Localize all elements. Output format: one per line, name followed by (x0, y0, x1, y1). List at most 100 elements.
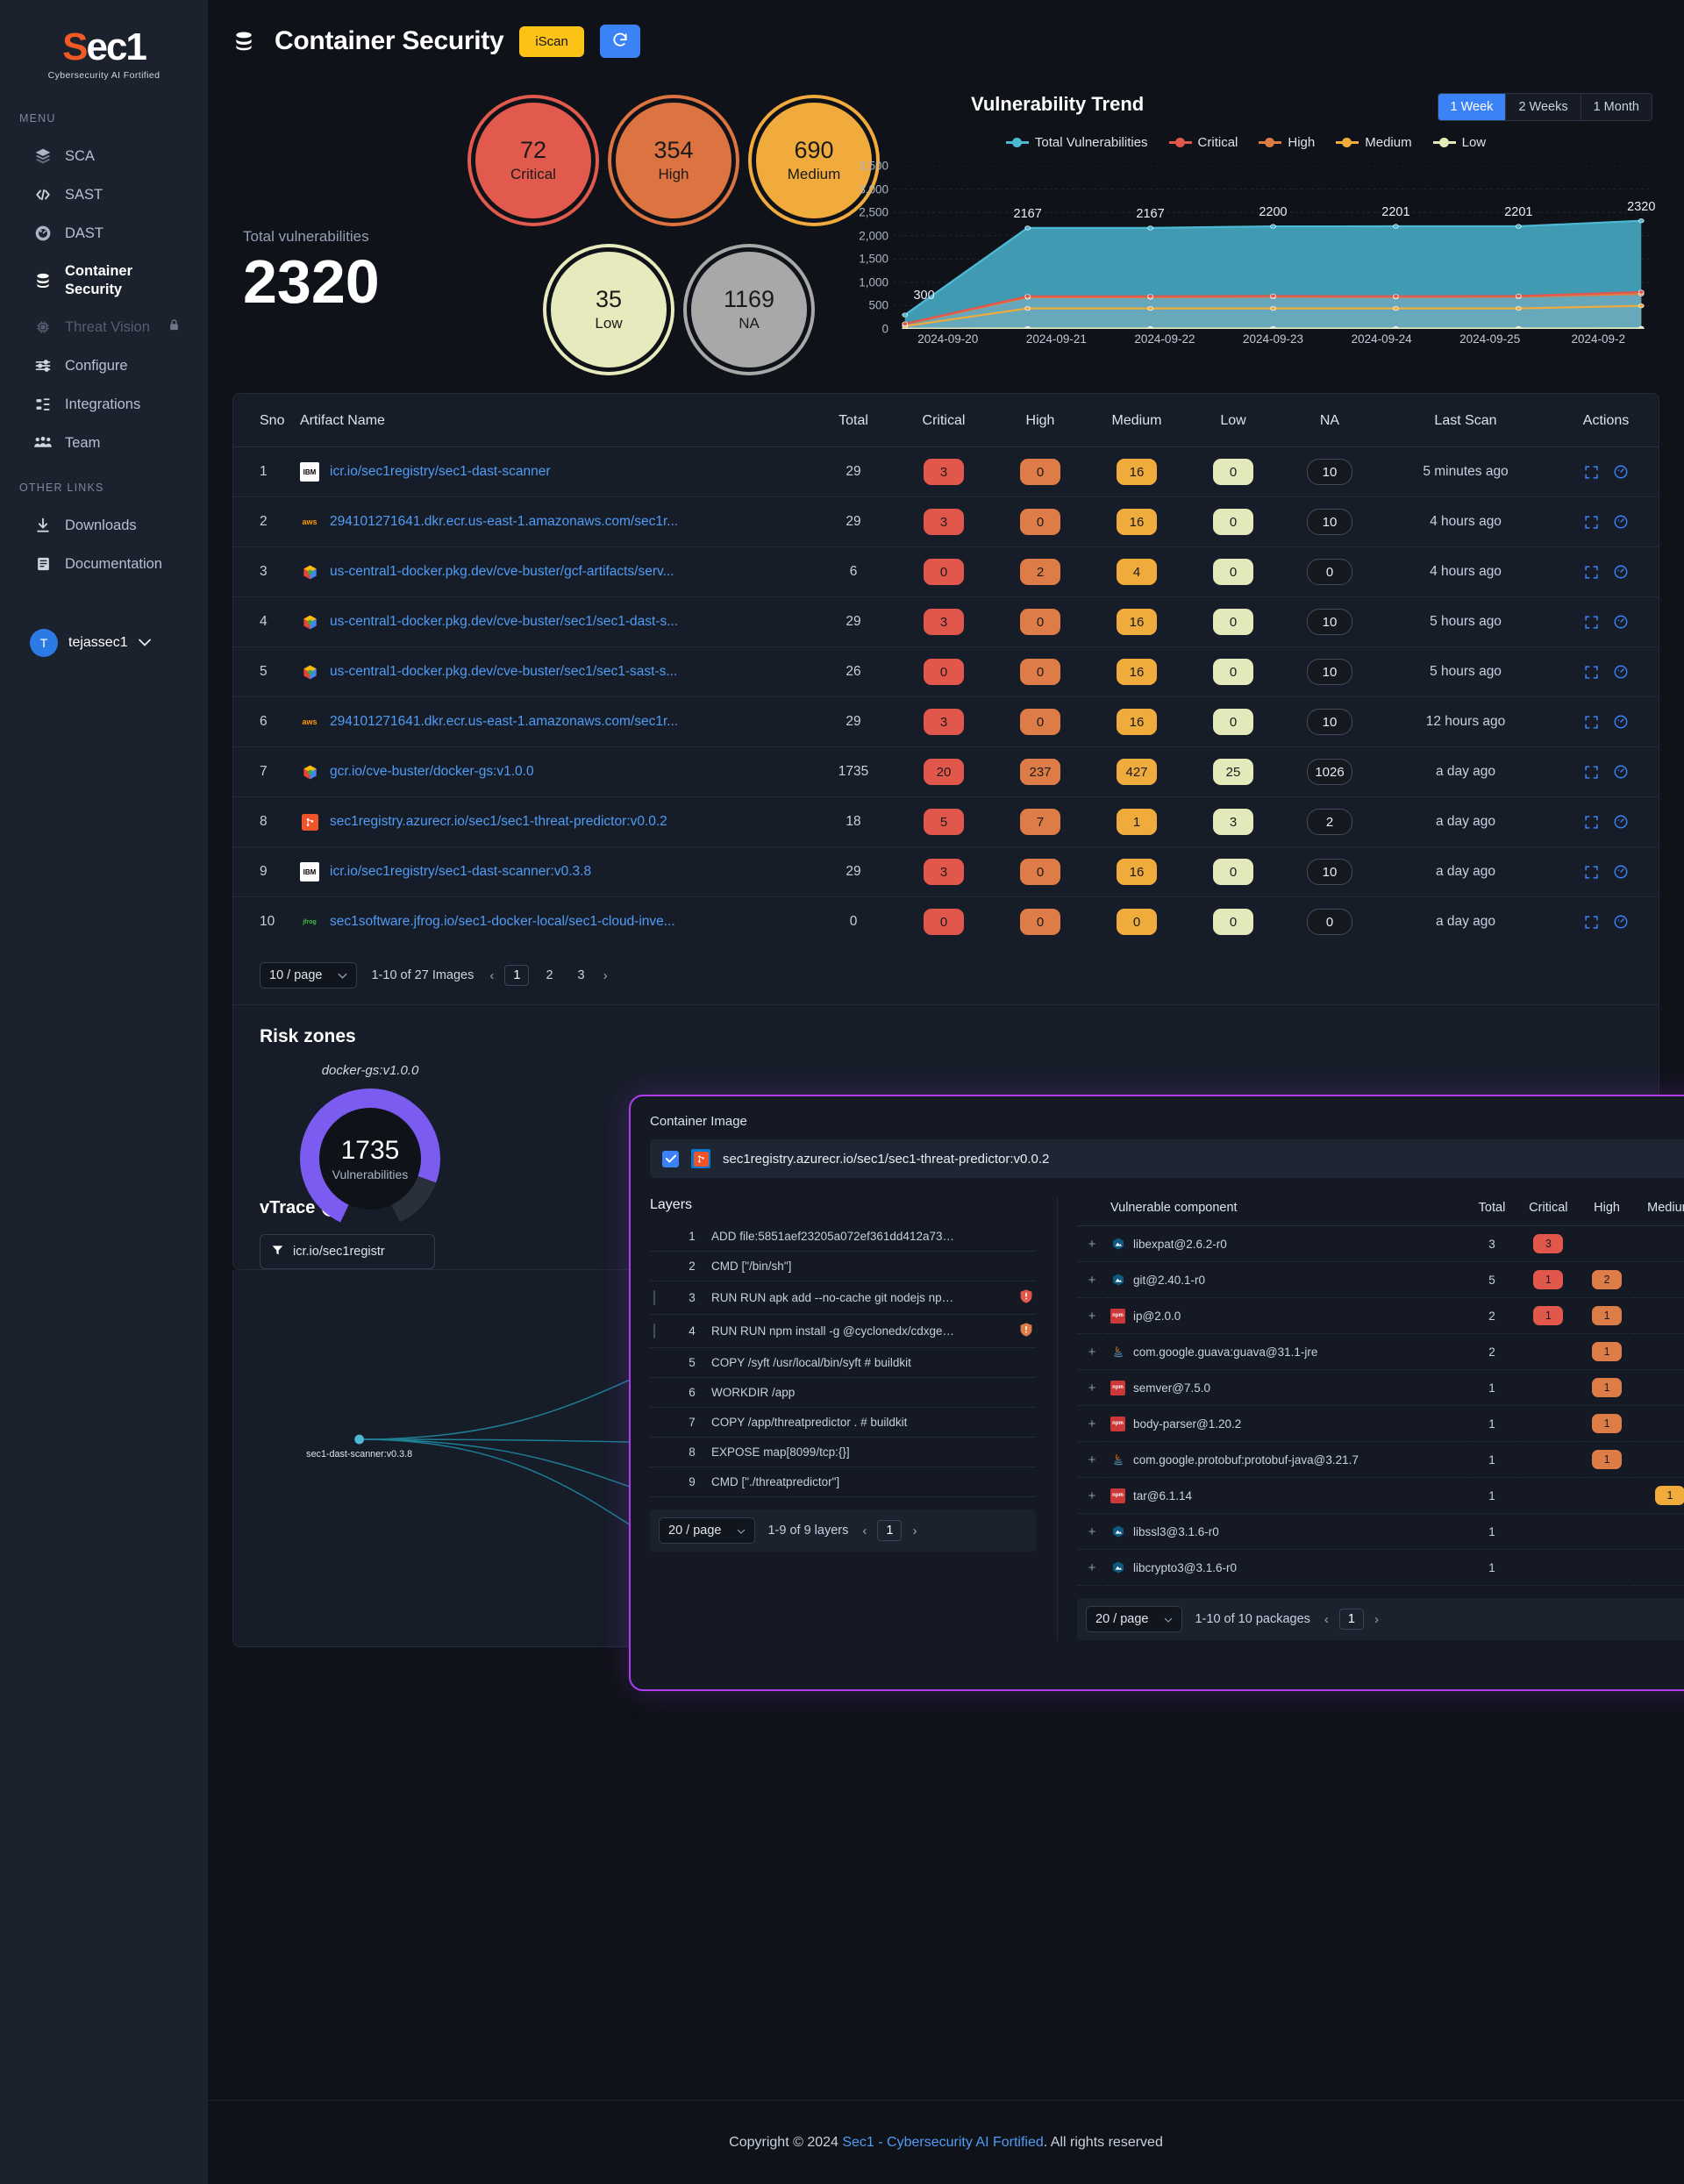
risk-meter-icon[interactable] (1613, 614, 1629, 630)
package-row[interactable]: + libexpat@2.6.2-r0 3 3 (1077, 1225, 1684, 1262)
expand-scan-icon[interactable] (1584, 765, 1599, 780)
donut-low[interactable]: 35 Low (543, 244, 674, 375)
iscan-button[interactable]: iScan (519, 25, 584, 57)
legend-item-high[interactable]: High (1259, 135, 1315, 150)
page-button-3[interactable]: 3 (570, 966, 593, 985)
col-header-actions[interactable]: Actions (1553, 394, 1659, 447)
artifact-link[interactable]: us-central1-docker.pkg.dev/cve-buster/gc… (330, 564, 674, 580)
expand-plus-icon[interactable]: + (1081, 1273, 1103, 1288)
footer-link[interactable]: Sec1 - Cybersecurity AI Fortified (842, 2135, 1043, 2151)
chevron-left-icon[interactable]: ‹ (488, 968, 496, 983)
table-row[interactable]: 9 IBM icr.io/sec1registry/sec1-dast-scann… (233, 846, 1659, 897)
expand-scan-icon[interactable] (1584, 665, 1599, 680)
package-row[interactable]: + npm tar@6.1.14 1 1 (1077, 1477, 1684, 1514)
package-row[interactable]: + npm ip@2.0.0 2 1 1 (1077, 1297, 1684, 1334)
range-tab-1-week[interactable]: 1 Week (1438, 94, 1507, 120)
risk-meter-icon[interactable] (1613, 814, 1629, 830)
risk-meter-icon[interactable] (1613, 914, 1629, 930)
package-row[interactable]: + npm semver@7.5.0 1 1 (1077, 1369, 1684, 1406)
packages-page-button-1[interactable]: 1 (1338, 1609, 1364, 1630)
expand-plus-icon[interactable]: + (1081, 1309, 1103, 1324)
layer-checkbox[interactable] (653, 1290, 655, 1305)
sidebar-item-container-security[interactable]: Container Security (0, 253, 208, 308)
sidebar-item-downloads[interactable]: Downloads (0, 506, 208, 545)
package-row[interactable]: + npm body-parser@1.20.2 1 1 (1077, 1405, 1684, 1442)
vtrace-image-select[interactable]: icr.io/sec1registr (260, 1234, 435, 1269)
risk-meter-icon[interactable] (1613, 564, 1629, 580)
layers-page-button-1[interactable]: 1 (877, 1520, 903, 1541)
layer-row[interactable]: 3 RUN RUN apk add --no-cache git nodejs … (650, 1281, 1036, 1315)
page-button-1[interactable]: 1 (504, 965, 530, 986)
package-row[interactable]: + com.google.protobuf:protobuf-java@3.21… (1077, 1441, 1684, 1478)
col-header-medium[interactable]: Medium (1632, 1197, 1684, 1226)
sidebar-item-integrations[interactable]: Integrations (0, 385, 208, 424)
sidebar-item-sast[interactable]: SAST (0, 175, 208, 214)
layer-row[interactable]: 2 CMD ["/bin/sh"] (650, 1251, 1036, 1281)
page-size-select[interactable]: 10 / page (260, 962, 358, 989)
col-header-last-scan[interactable]: Last Scan (1378, 394, 1553, 447)
col-header-total[interactable]: Total (811, 394, 896, 447)
artifact-link[interactable]: us-central1-docker.pkg.dev/cve-buster/se… (330, 614, 678, 630)
risk-meter-icon[interactable] (1613, 864, 1629, 880)
table-row[interactable]: 2 aws 294101271641.dkr.ecr.us-east-1.amaz… (233, 496, 1659, 547)
expand-scan-icon[interactable] (1584, 515, 1599, 530)
col-header-na[interactable]: NA (1281, 394, 1378, 447)
col-header-high[interactable]: High (1581, 1197, 1633, 1226)
expand-scan-icon[interactable] (1584, 565, 1599, 580)
col-header-vulnerable-component[interactable]: Vulnerable component (1107, 1197, 1468, 1226)
table-row[interactable]: 4 us-central1-docker.pkg.dev/cve-buster/… (233, 596, 1659, 647)
col-header-artifact-name[interactable]: Artifact Name (291, 394, 811, 447)
package-row[interactable]: + libcrypto3@3.1.6-r0 1 1 (1077, 1549, 1684, 1586)
chevron-left-icon[interactable]: ‹ (1323, 1612, 1331, 1627)
expand-scan-icon[interactable] (1584, 815, 1599, 830)
expand-plus-icon[interactable]: + (1081, 1237, 1103, 1252)
risk-meter-icon[interactable] (1613, 664, 1629, 680)
page-button-2[interactable]: 2 (538, 966, 560, 985)
expand-scan-icon[interactable] (1584, 615, 1599, 630)
legend-item-total[interactable]: Total Vulnerabilities (1005, 135, 1148, 150)
table-row[interactable]: 10 jfrog sec1software.jfrog.io/sec1-docke… (233, 897, 1659, 947)
expand-plus-icon[interactable]: + (1081, 1345, 1103, 1360)
sidebar-item-threat-vision[interactable]: Threat Vision (0, 308, 208, 346)
col-header-high[interactable]: High (992, 394, 1088, 447)
expand-plus-icon[interactable]: + (1081, 1524, 1103, 1539)
range-tab-2-weeks[interactable]: 2 Weeks (1506, 94, 1581, 120)
col-header-sno[interactable]: Sno (233, 394, 291, 447)
donut-critical[interactable]: 72 Critical (467, 95, 599, 226)
artifact-link[interactable]: icr.io/sec1registry/sec1-dast-scanner:v0… (330, 864, 591, 880)
image-checkbox[interactable] (662, 1150, 679, 1167)
col-header-total[interactable]: Total (1467, 1197, 1516, 1226)
package-row[interactable]: + libssl3@3.1.6-r0 1 1 (1077, 1513, 1684, 1550)
artifact-link[interactable]: 294101271641.dkr.ecr.us-east-1.amazonaws… (330, 714, 678, 730)
donut-na[interactable]: 1169 NA (683, 244, 815, 375)
chevron-right-icon[interactable]: › (1373, 1612, 1381, 1627)
layer-row[interactable]: 6 WORKDIR /app (650, 1377, 1036, 1408)
layer-row[interactable]: 4 RUN RUN npm install -g @cyclonedx/cdxg… (650, 1314, 1036, 1348)
package-row[interactable]: + git@2.40.1-r0 5 122 (1077, 1261, 1684, 1298)
expand-plus-icon[interactable]: + (1081, 1560, 1103, 1575)
sidebar-item-configure[interactable]: Configure (0, 346, 208, 385)
sidebar-item-documentation[interactable]: Documentation (0, 545, 208, 583)
artifact-link[interactable]: sec1software.jfrog.io/sec1-docker-local/… (330, 914, 675, 930)
table-row[interactable]: 3 us-central1-docker.pkg.dev/cve-buster/… (233, 546, 1659, 597)
artifact-link[interactable]: gcr.io/cve-buster/docker-gs:v1.0.0 (330, 764, 534, 780)
modal-image-row[interactable]: sec1registry.azurecr.io/sec1/sec1-threat… (650, 1139, 1684, 1178)
legend-item-critical[interactable]: Critical (1168, 135, 1238, 150)
brand-logo[interactable]: Sec1 Cybersecurity AI Fortified (0, 19, 208, 107)
artifact-link[interactable]: 294101271641.dkr.ecr.us-east-1.amazonaws… (330, 514, 678, 530)
package-row[interactable]: + com.google.guava:guava@31.1-jre 2 11 (1077, 1333, 1684, 1370)
expand-plus-icon[interactable]: + (1081, 1417, 1103, 1431)
layer-checkbox[interactable] (653, 1324, 655, 1338)
layer-row[interactable]: 8 EXPOSE map[8099/tcp:{}] (650, 1437, 1036, 1467)
range-tab-1-month[interactable]: 1 Month (1581, 94, 1652, 120)
layer-row[interactable]: 7 COPY /app/threatpredictor . # buildkit (650, 1407, 1036, 1438)
risk-meter-icon[interactable] (1613, 764, 1629, 780)
col-header-critical[interactable]: Critical (896, 394, 992, 447)
table-row[interactable]: 6 aws 294101271641.dkr.ecr.us-east-1.amaz… (233, 696, 1659, 747)
chevron-right-icon[interactable]: › (910, 1524, 918, 1538)
col-header-critical[interactable]: Critical (1516, 1197, 1581, 1226)
expand-scan-icon[interactable] (1584, 915, 1599, 930)
risk-meter-icon[interactable] (1613, 514, 1629, 530)
expand-scan-icon[interactable] (1584, 465, 1599, 480)
packages-page-size-select[interactable]: 20 / page (1086, 1606, 1183, 1632)
